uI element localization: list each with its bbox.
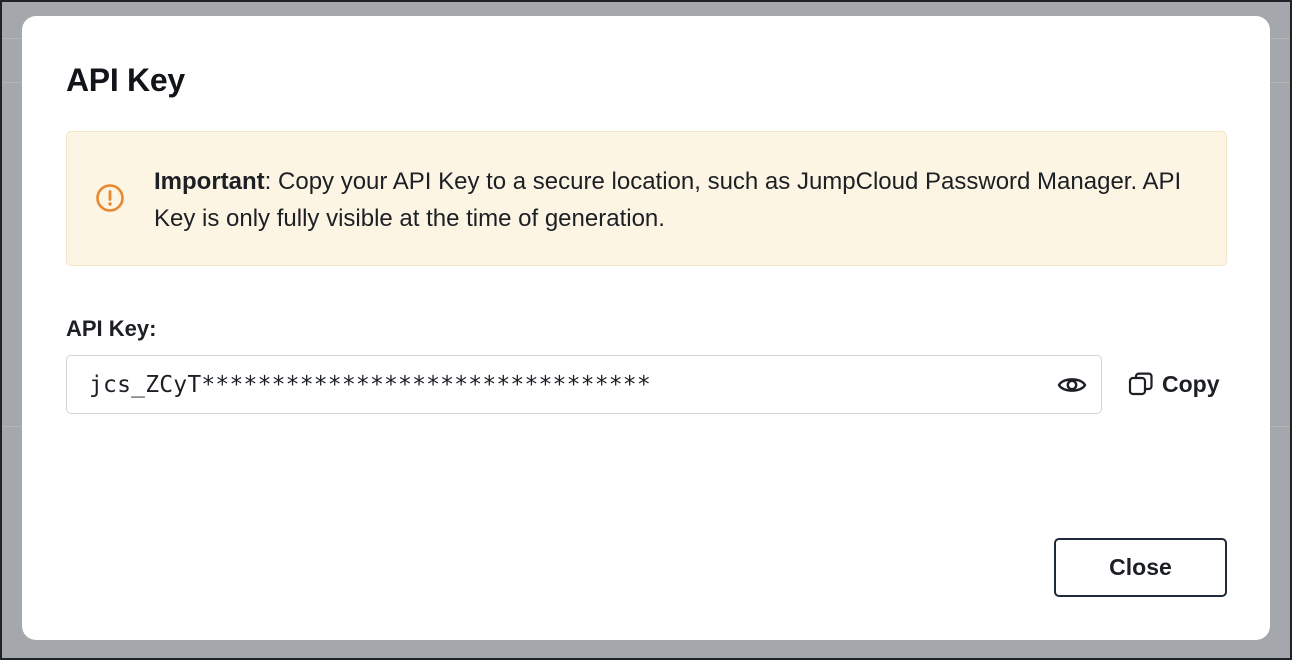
copy-icon	[1128, 372, 1153, 396]
copy-label: Copy	[1162, 370, 1220, 397]
important-alert: Important: Copy your API Key to a secure…	[66, 131, 1227, 266]
api-key-value: jcs_ZCyT********************************	[89, 372, 651, 398]
api-key-modal: API Key Important: Copy your API Key to …	[22, 16, 1270, 640]
modal-title: API Key	[66, 62, 185, 98]
alert-bold-prefix: Important	[154, 168, 265, 195]
reveal-key-button[interactable]	[1055, 371, 1089, 399]
alert-message: Important: Copy your API Key to a secure…	[154, 163, 1194, 237]
alert-body: : Copy your API Key to a secure location…	[154, 168, 1182, 232]
close-button[interactable]: Close	[1054, 538, 1227, 597]
eye-icon	[1057, 378, 1087, 392]
exclamation-circle-icon	[96, 184, 124, 212]
copy-button[interactable]: Copy	[1128, 366, 1220, 402]
api-key-label: API Key:	[66, 316, 157, 341]
api-key-field[interactable]: jcs_ZCyT********************************	[66, 355, 1102, 414]
